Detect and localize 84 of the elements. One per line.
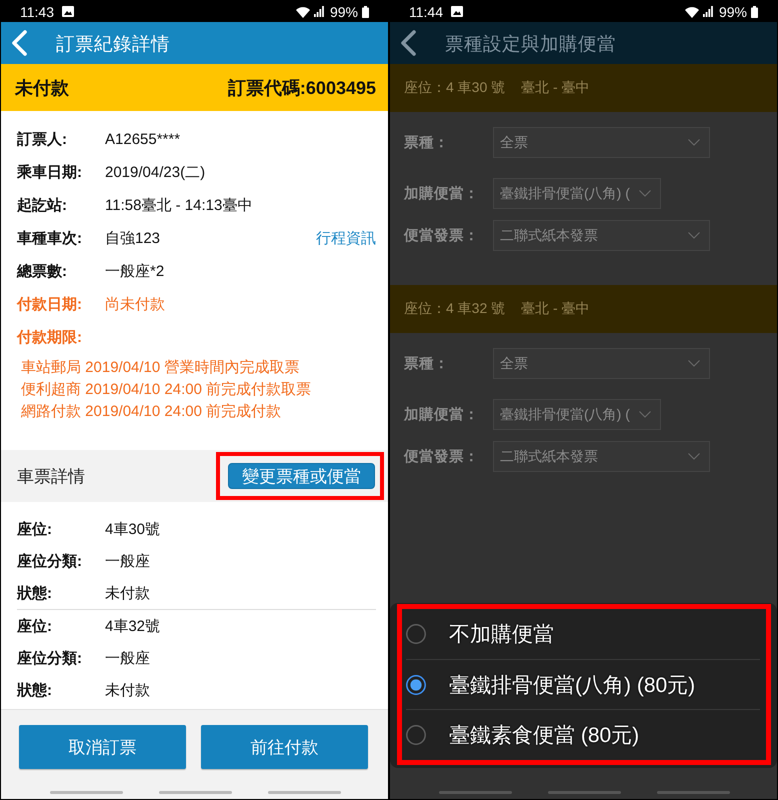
field-label: 訂票人:	[17, 130, 68, 149]
chevron-down-icon	[639, 411, 651, 418]
field-value: 未付款	[105, 680, 150, 700]
radio-button-icon[interactable]	[406, 674, 426, 694]
option-label[interactable]: 不加購便當	[449, 620, 554, 648]
seat-label: 座位：4 車30 號	[404, 79, 506, 97]
field-label: 狀態:	[17, 680, 53, 700]
field-value: 自強123	[105, 229, 160, 248]
action-button[interactable]: 前往付款	[201, 725, 368, 769]
field-value: 一般座	[105, 648, 150, 668]
dropdown-field[interactable]: 臺鐵排骨便當(八角) (	[493, 399, 661, 430]
dropdown-field[interactable]: 全票	[493, 348, 710, 379]
nav-bar-handle[interactable]	[159, 791, 232, 794]
nav-bar-handle[interactable]	[657, 791, 730, 794]
field-label: 座位分類:	[17, 552, 83, 570]
section-title: 車票詳情	[17, 466, 85, 488]
field-label: 便當發票：	[404, 448, 480, 466]
wifi-icon	[684, 6, 699, 18]
field-value: 一般座*2	[105, 262, 164, 281]
deadline-note: 便利超商 2019/04/10 24:00 前完成付款取票	[21, 380, 312, 400]
field-value: 未付款	[105, 584, 150, 602]
field-label: 座位分類:	[17, 648, 83, 668]
dropdown-field[interactable]: 二聯式紙本發票	[493, 441, 710, 472]
deadline-note: 車站郵局 2019/04/10 營業時間內完成取票	[21, 358, 300, 378]
payment-status: 未付款	[15, 76, 69, 100]
field-label: 車種車次:	[17, 229, 83, 248]
battery-percent: 99%	[330, 4, 358, 20]
battery-icon	[362, 6, 369, 18]
chevron-down-icon	[688, 360, 700, 367]
field-label: 便當發票：	[404, 226, 480, 245]
action-button[interactable]: 取消訂票	[19, 725, 186, 769]
radio-button-icon[interactable]	[406, 624, 426, 644]
field-label: 狀態:	[17, 584, 53, 602]
dropdown-field[interactable]: 全票	[493, 127, 710, 158]
trip-info-link[interactable]: 行程資訊	[316, 229, 376, 248]
dropdown-field[interactable]: 二聯式紙本發票	[493, 220, 710, 251]
field-value: 4車30號	[105, 520, 160, 538]
field-label: 票種：	[404, 134, 450, 152]
field-value: 11:58臺北 - 14:13臺中	[105, 196, 252, 215]
field-label: 總票數:	[17, 262, 68, 281]
route-label: 臺北 - 臺中	[521, 300, 590, 318]
image-icon	[451, 6, 463, 17]
chevron-down-icon	[688, 139, 700, 146]
field-label: 座位:	[17, 616, 53, 636]
field-label: 乘車日期:	[17, 163, 83, 182]
wifi-icon	[296, 6, 310, 18]
field-label: 票種：	[404, 355, 450, 373]
status-time: 11:43	[20, 4, 54, 20]
field-value: 尚未付款	[105, 295, 165, 314]
chevron-down-icon	[639, 190, 651, 197]
nav-bar-handle[interactable]	[548, 791, 621, 794]
deadline-label: 付款期限:	[17, 328, 83, 347]
booking-code: 訂票代碼:6003495	[228, 76, 376, 100]
image-icon	[62, 6, 74, 17]
battery-icon	[751, 6, 758, 18]
chevron-down-icon	[688, 232, 700, 239]
screen-title: 訂票紀錄詳情	[56, 32, 170, 56]
field-value: 2019/04/23(二)	[105, 163, 206, 182]
battery-percent: 99%	[718, 4, 747, 20]
field-value: 一般座	[105, 552, 150, 570]
nav-bar-handle[interactable]	[439, 791, 512, 794]
field-label: 起訖站:	[17, 196, 68, 215]
field-value: A12655****	[105, 131, 180, 148]
chevron-down-icon	[688, 453, 700, 460]
nav-bar-handle[interactable]	[268, 791, 341, 794]
deadline-note: 網路付款 2019/04/10 24:00 前完成付款	[21, 402, 282, 422]
route-label: 臺北 - 臺中	[521, 79, 590, 97]
field-label: 座位:	[17, 520, 53, 538]
signal-icon	[702, 6, 713, 17]
field-label: 加購便當：	[404, 406, 480, 424]
back-icon[interactable]	[400, 30, 416, 56]
status-time: 11:44	[409, 4, 443, 20]
screen-title: 票種設定與加購便當	[445, 32, 616, 56]
seat-label: 座位：4 車32 號	[404, 300, 506, 318]
nav-bar-handle[interactable]	[50, 791, 123, 794]
signal-icon	[314, 6, 324, 17]
option-label[interactable]: 臺鐵素食便當 (80元)	[449, 721, 640, 750]
option-label[interactable]: 臺鐵排骨便當(八角) (80元)	[449, 670, 696, 698]
change-ticket-button[interactable]: 變更票種或便當	[228, 463, 375, 489]
field-label: 加購便當：	[404, 184, 480, 203]
field-value: 4車32號	[105, 616, 160, 636]
dropdown-field[interactable]: 臺鐵排骨便當(八角) (	[493, 178, 661, 209]
radio-button-icon[interactable]	[406, 725, 426, 746]
field-label: 付款日期:	[17, 295, 83, 314]
